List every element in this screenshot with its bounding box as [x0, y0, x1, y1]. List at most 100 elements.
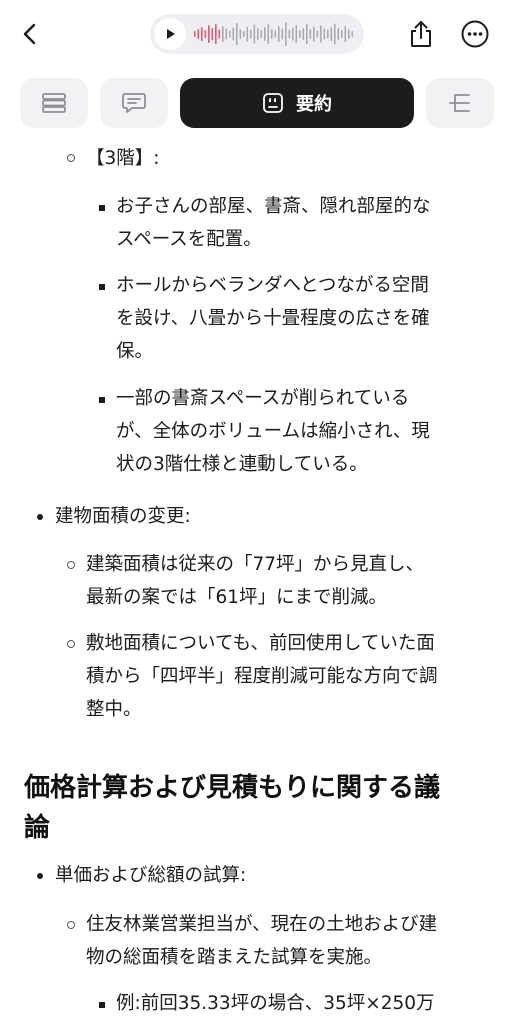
list-item-line: スペースを配置。 — [116, 229, 262, 250]
list-item: 住友林業営業担当が、現在の土地および建 物の総面積を踏まえた試算を実施。 — [86, 908, 437, 974]
waveform-bar — [330, 27, 333, 41]
ellipsis-circle-icon — [461, 20, 489, 48]
waveform-bar — [348, 29, 350, 39]
list-item-line: 敷地面積についても、前回使用していた面 — [86, 633, 435, 654]
view-tabs: 要約 — [0, 78, 514, 130]
waveform-bar — [320, 25, 322, 43]
list-item-line: 物の総面積を踏まえた試算を実施。 — [86, 947, 383, 968]
circle-bullet — [67, 561, 75, 569]
share-icon — [411, 21, 431, 47]
waveform-bar — [246, 26, 249, 42]
list-item-line: 状の3階仕様と連動している。 — [116, 454, 368, 475]
square-bullet — [99, 205, 105, 211]
heading-line: 価格計算および見積もりに関する議 — [24, 773, 441, 803]
list-item-line: 保。 — [116, 341, 154, 362]
waveform-bar — [243, 31, 245, 37]
list-icon — [42, 93, 66, 113]
waveform-bar — [344, 26, 347, 42]
waveform-bar — [264, 27, 266, 41]
summary-content: 【3階】: お子さんの部屋、書斎、隠れ部屋的な スペースを配置。 ホールからベラ… — [0, 140, 514, 1024]
waveform-bar — [218, 29, 221, 39]
waveform-bar — [274, 30, 277, 38]
waveform-bar — [201, 27, 203, 41]
waveform-bar — [204, 30, 207, 38]
list-item: お子さんの部屋、書斎、隠れ部屋的な スペースを配置。 — [116, 190, 431, 256]
play-button[interactable] — [154, 18, 186, 50]
waveform-bar — [334, 23, 336, 45]
list-item-text: 建物面積の変更: — [55, 506, 191, 527]
back-button[interactable] — [14, 18, 46, 50]
waveform-bar — [295, 25, 298, 43]
tab-chat[interactable] — [100, 78, 168, 128]
waveform-scrubber[interactable] — [190, 20, 358, 48]
waveform-bar — [267, 24, 270, 44]
list-item-text: 単価および総額の試算: — [55, 865, 247, 886]
audio-player[interactable] — [150, 14, 364, 54]
list-item-line: 積から「四坪半」程度削減可能な方向で調 — [86, 666, 438, 687]
square-bullet — [99, 1002, 105, 1008]
disc-bullet — [37, 514, 43, 520]
tab-summary[interactable]: 要約 — [180, 78, 414, 128]
list-item: 敷地面積についても、前回使用していた面 積から「四坪半」程度削減可能な方向で調 … — [86, 627, 438, 726]
share-button[interactable] — [404, 16, 438, 52]
list-item-text: 【3階】: — [86, 148, 160, 169]
list-item-line: 建築面積は従来の「77坪」から見直し、 — [86, 554, 425, 575]
waveform-bar — [327, 29, 329, 39]
waveform-bar — [316, 30, 319, 38]
circle-bullet — [67, 921, 75, 929]
list-item-line: 最新の案では「61坪」にまで削減。 — [86, 587, 388, 608]
waveform-bar — [208, 25, 210, 43]
chevron-left-icon — [23, 23, 36, 45]
waveform-bar — [299, 30, 301, 38]
floor3-label: 【3階】: — [86, 142, 160, 175]
list-item: ホールからベランダへとつながる空間 を設け、八畳から十畳程度の広さを確 保。 — [116, 269, 430, 368]
waveform-bar — [211, 28, 214, 40]
waveform-bar — [351, 31, 354, 37]
tab-mindmap[interactable] — [426, 78, 494, 128]
square-bullet — [99, 397, 105, 403]
waveform-bar — [197, 29, 200, 39]
list-item-line: を設け、八畳から十畳程度の広さを確 — [116, 308, 430, 329]
waveform-bar — [337, 28, 340, 40]
waveform-bar — [313, 26, 315, 42]
waveform-bar — [232, 27, 235, 41]
waveform-bar — [341, 30, 343, 38]
waveform-bar — [281, 28, 284, 40]
list-item-line: 例:前回35.33坪の場合、35坪×250万 — [116, 993, 435, 1014]
waveform-bar — [253, 24, 256, 44]
list-item-line: ホールからベランダへとつながる空間 — [116, 275, 429, 296]
list-item-line: が、全体のボリュームは縮小され、現 — [116, 421, 430, 442]
waveform-bar — [278, 26, 280, 42]
more-button[interactable] — [458, 17, 492, 51]
section-label: 建物面積の変更: — [55, 500, 191, 533]
list-item: 例:前回35.33坪の場合、35坪×250万 — [116, 987, 435, 1020]
waveform-bar — [302, 28, 305, 40]
top-bar — [0, 0, 514, 70]
waveform-bar — [236, 23, 238, 45]
waveform-bar — [257, 28, 259, 40]
tab-summary-label: 要約 — [296, 94, 332, 115]
list-item-line: お子さんの部屋、書斎、隠れ部屋的な — [116, 196, 431, 217]
waveform-bar — [285, 22, 287, 46]
waveform-bar — [271, 29, 273, 39]
tab-transcript[interactable] — [20, 78, 88, 128]
waveform-bar — [229, 30, 231, 38]
waveform-bar — [194, 31, 196, 37]
waveform-bar — [225, 28, 228, 40]
waveform-bar — [215, 24, 217, 44]
square-bullet — [99, 284, 105, 290]
list-item: 一部の書斎スペースが削られている が、全体のボリュームは縮小され、現 状の3階仕… — [116, 382, 430, 481]
list-item-line: 整中。 — [86, 699, 142, 720]
circle-bullet — [67, 640, 75, 648]
chat-icon — [122, 93, 146, 113]
heading-line: 論 — [24, 813, 51, 843]
section-heading: 価格計算および見積もりに関する議 論 — [24, 768, 494, 848]
mindmap-icon — [449, 94, 470, 112]
play-icon — [167, 29, 175, 39]
waveform-bar — [288, 29, 291, 39]
list-item: 建築面積は従来の「77坪」から見直し、 最新の案では「61坪」にまで削減。 — [86, 548, 424, 614]
waveform-bar — [250, 29, 252, 39]
disc-bullet — [37, 873, 43, 879]
list-item-line: 一部の書斎スペースが削られている — [116, 388, 410, 409]
waveform-bar — [323, 28, 326, 40]
